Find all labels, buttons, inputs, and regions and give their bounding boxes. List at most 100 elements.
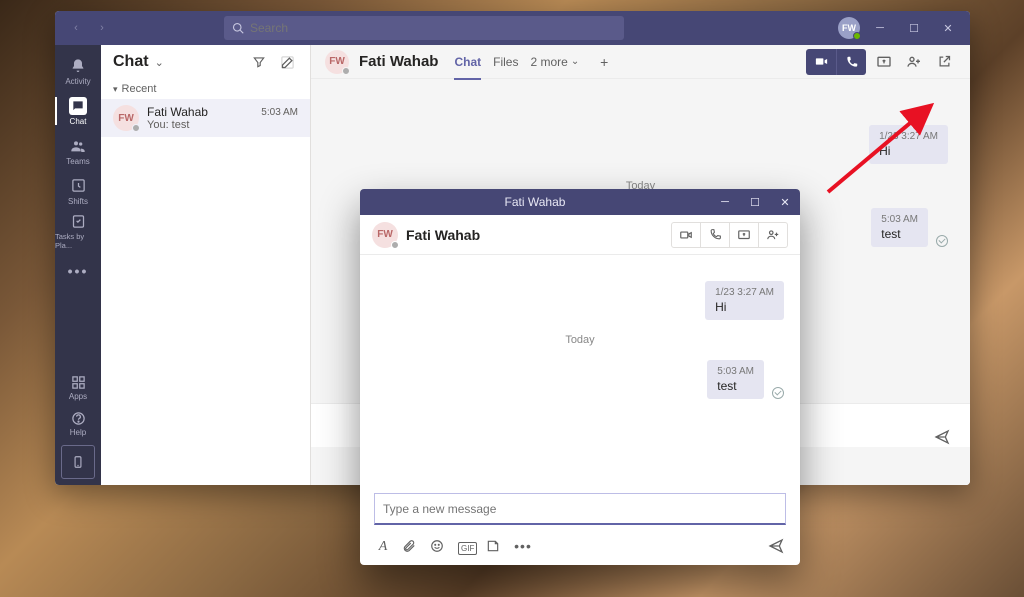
attach-button[interactable] xyxy=(402,539,420,553)
new-chat-button[interactable] xyxy=(276,51,298,73)
rail-apps[interactable]: Apps xyxy=(58,369,98,405)
message-bubble[interactable]: 1/23 3:27 AM Hi xyxy=(869,125,948,164)
read-receipt-icon xyxy=(772,387,784,399)
rail-device-button[interactable] xyxy=(61,445,95,479)
send-icon xyxy=(768,538,784,554)
avatar-initials: FW xyxy=(329,56,345,67)
history-nav: ‹ › xyxy=(63,17,113,39)
popout-compose-input[interactable] xyxy=(383,502,777,516)
add-people-button[interactable] xyxy=(902,50,926,74)
day-separator: Today xyxy=(376,334,784,346)
popout-contact-name: Fati Wahab xyxy=(406,227,480,243)
contact-name: Fati Wahab xyxy=(147,105,253,119)
share-screen-icon xyxy=(737,228,751,242)
conversation-tabs: Chat Files 2 more ⌄ + xyxy=(454,53,613,71)
message-text: Hi xyxy=(879,144,938,158)
popout-compose-toolbar: A GIF ••• xyxy=(360,531,800,565)
app-rail: Activity Chat Teams Shifts xyxy=(55,45,101,485)
emoji-button[interactable] xyxy=(430,539,448,553)
popout-send-button[interactable] xyxy=(768,538,786,554)
rail-label: Shifts xyxy=(68,197,88,206)
message-timestamp: 1/23 3:27 AM xyxy=(879,131,938,142)
message-row: 5:03 AM test xyxy=(376,360,784,399)
section-label: Recent xyxy=(122,83,157,95)
message-bubble[interactable]: 1/23 3:27 AM Hi xyxy=(705,281,784,320)
gif-button[interactable]: GIF xyxy=(458,538,476,554)
rail-shifts[interactable]: Shifts xyxy=(55,171,101,211)
rail-label: Tasks by Pla... xyxy=(55,232,101,250)
gif-icon: GIF xyxy=(458,542,477,555)
popout-header: FW Fati Wahab xyxy=(360,215,800,255)
popout-video-button[interactable] xyxy=(671,222,701,248)
presence-dot xyxy=(391,241,399,249)
format-button[interactable]: A xyxy=(374,537,392,555)
audio-call-button[interactable] xyxy=(836,49,866,75)
window-minimize-button[interactable]: ─ xyxy=(866,14,894,42)
conversation-title: Fati Wahab xyxy=(359,53,438,70)
message-bubble[interactable]: 5:03 AM test xyxy=(707,360,764,399)
rail-teams[interactable]: Teams xyxy=(55,131,101,171)
presence-dot xyxy=(132,124,140,132)
message-bubble[interactable]: 5:03 AM test xyxy=(871,208,928,247)
filter-button[interactable] xyxy=(248,51,270,73)
avatar-initials: FW xyxy=(118,113,134,124)
popout-audio-button[interactable] xyxy=(700,222,730,248)
conversation-avatar: FW xyxy=(325,50,349,74)
share-screen-icon xyxy=(876,54,892,70)
search-icon xyxy=(232,22,244,34)
message-text: test xyxy=(881,227,918,241)
send-button[interactable] xyxy=(932,427,952,447)
chevron-down-icon[interactable]: ⌄ xyxy=(155,56,164,69)
sticker-button[interactable] xyxy=(486,539,504,553)
chat-section-recent[interactable]: ▾ Recent xyxy=(101,79,310,99)
message-text: Hi xyxy=(715,300,774,314)
popout-minimize-button[interactable]: ─ xyxy=(710,189,740,215)
chat-item-meta: Fati Wahab You: test xyxy=(147,105,253,131)
chat-list-item[interactable]: FW Fati Wahab You: test 5:03 AM xyxy=(101,99,310,137)
chevron-down-icon: ⌄ xyxy=(571,56,579,67)
rail-label: Apps xyxy=(69,392,87,401)
message-timestamp: 5:03 AM xyxy=(881,214,918,225)
message-row: 1/23 3:27 AM Hi xyxy=(376,281,784,320)
popout-avatar: FW xyxy=(372,222,398,248)
video-icon xyxy=(679,228,693,242)
nav-back-button[interactable]: ‹ xyxy=(65,17,87,39)
tab-chat[interactable]: Chat xyxy=(454,53,481,71)
add-tab-button[interactable]: + xyxy=(595,53,613,71)
help-icon xyxy=(69,409,87,427)
popout-titlebar: Fati Wahab ─ ☐ ✕ xyxy=(360,189,800,215)
rail-tasks[interactable]: Tasks by Pla... xyxy=(55,211,101,251)
popout-add-people-button[interactable] xyxy=(758,222,788,248)
window-maximize-button[interactable]: ☐ xyxy=(900,14,928,42)
popout-share-button[interactable] xyxy=(729,222,759,248)
popout-icon xyxy=(937,54,952,69)
tab-files[interactable]: Files xyxy=(493,53,518,71)
filter-icon xyxy=(252,55,266,69)
global-search[interactable] xyxy=(224,16,624,40)
nav-forward-button[interactable]: › xyxy=(91,17,113,39)
rail-activity[interactable]: Activity xyxy=(55,51,101,91)
compose-icon xyxy=(280,55,295,70)
caret-icon: ▾ xyxy=(113,84,118,95)
popout-button[interactable] xyxy=(932,50,956,74)
window-close-button[interactable]: ✕ xyxy=(934,14,962,42)
video-call-button[interactable] xyxy=(806,49,836,75)
message-timestamp: 5:03 AM xyxy=(717,366,754,377)
tab-more[interactable]: 2 more ⌄ xyxy=(530,55,579,69)
chat-list-header: Chat ⌄ xyxy=(101,45,310,79)
people-icon xyxy=(69,137,87,155)
popout-maximize-button[interactable]: ☐ xyxy=(740,189,770,215)
rail-chat[interactable]: Chat xyxy=(55,91,101,131)
screen-share-button[interactable] xyxy=(872,50,896,74)
rail-more[interactable]: ••• xyxy=(55,251,101,291)
popout-close-button[interactable]: ✕ xyxy=(770,189,800,215)
conversation-header: FW Fati Wahab Chat Files 2 more ⌄ + xyxy=(311,45,970,79)
current-user-avatar[interactable]: FW xyxy=(838,17,860,39)
more-actions-button[interactable]: ••• xyxy=(514,538,532,554)
popout-message-list: 1/23 3:27 AM Hi Today 5:03 AM test xyxy=(360,255,800,493)
chat-list-pane: Chat ⌄ ▾ Recent FW Fati xyxy=(101,45,311,485)
search-input[interactable] xyxy=(250,21,616,35)
rail-label: Help xyxy=(70,428,86,437)
popout-compose-input-wrapper[interactable] xyxy=(374,493,786,525)
rail-help[interactable]: Help xyxy=(58,405,98,441)
